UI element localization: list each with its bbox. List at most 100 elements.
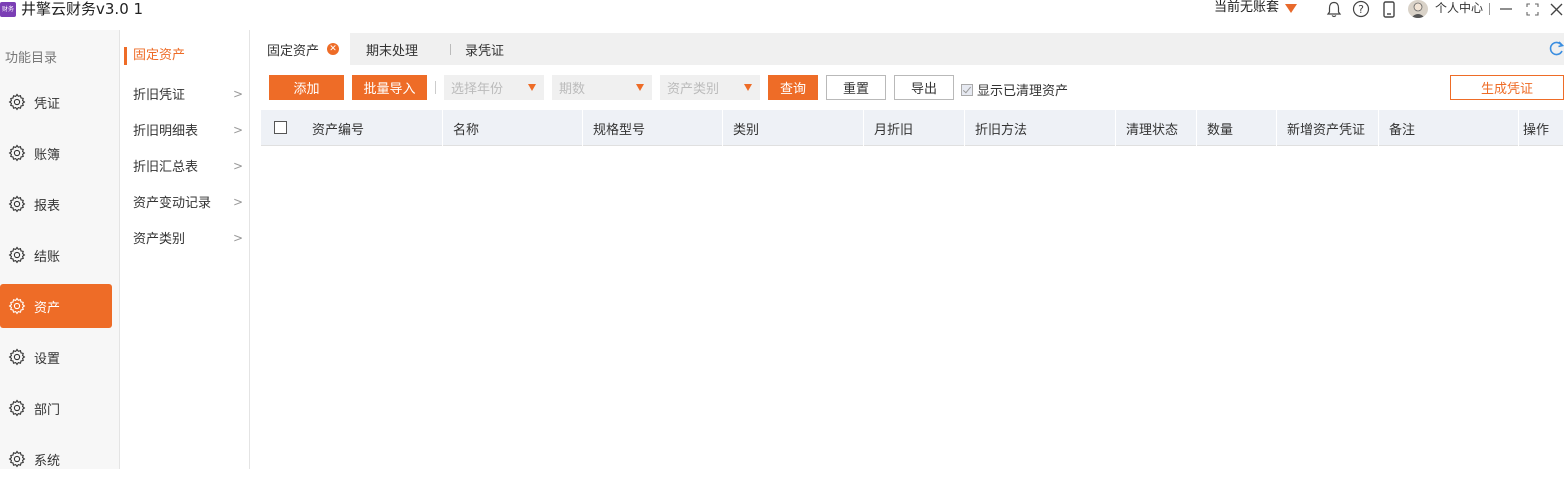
svg-text:?: ? [1358, 3, 1364, 16]
year-select[interactable]: 选择年份 [444, 75, 544, 100]
select-all-checkbox[interactable] [274, 121, 287, 134]
chevron-down-icon [1285, 3, 1298, 13]
account-selector[interactable]: 当前无账套 [1214, 0, 1298, 16]
column-header[interactable]: 类别 [723, 110, 864, 146]
sidebar-item-label: 设置 [34, 351, 61, 367]
column-header[interactable]: 折旧方法 [965, 110, 1116, 146]
year-select-placeholder: 选择年份 [451, 82, 504, 97]
user-center-link[interactable]: 个人中心 [1435, 0, 1483, 16]
titlebar-divider [1489, 3, 1490, 15]
submenu-item-label: 折旧汇总表 [133, 160, 199, 175]
submenu-item-asset-change-log[interactable]: 资产变动记录 > [133, 192, 243, 212]
maximize-icon[interactable] [1524, 0, 1540, 18]
category-select-placeholder: 资产类别 [667, 82, 720, 97]
tab-enter-voucher[interactable]: 录凭证 [465, 33, 504, 65]
avatar[interactable] [1408, 0, 1428, 18]
tab-period-end[interactable]: 期末处理 [366, 33, 418, 65]
column-header[interactable]: 数量 [1197, 110, 1277, 146]
column-header[interactable]: 操作 [1519, 110, 1564, 146]
column-header[interactable]: 新增资产凭证 [1277, 110, 1379, 146]
tab-label: 录凭证 [465, 43, 505, 59]
generate-voucher-button[interactable]: 生成凭证 [1450, 75, 1564, 100]
sidebar-item-label: 凭证 [34, 96, 61, 112]
refresh-icon[interactable] [1549, 40, 1564, 61]
minimize-icon[interactable] [1498, 0, 1514, 18]
submenu-item-label: 资产类别 [133, 232, 186, 247]
sidebar-item-label: 账簿 [34, 147, 61, 163]
tab-bar: 固定资产 ✕ 期末处理 录凭证 [251, 33, 1564, 65]
close-tab-icon[interactable]: ✕ [327, 43, 340, 55]
sidebar-item-closing[interactable]: 结账 [0, 233, 112, 277]
asset-submenu: 固定资产 折旧凭证 > 折旧明细表 > 折旧汇总表 > 资产变动记录 > 资产类… [120, 30, 250, 469]
sidebar-item-label: 部门 [34, 402, 61, 418]
sidebar-item-reports[interactable]: 报表 [0, 182, 112, 226]
sidebar-item-label: 资产 [34, 300, 61, 316]
gear-icon [8, 450, 26, 468]
chevron-right-icon: > [232, 158, 243, 173]
submenu-item-depreciation-voucher[interactable]: 折旧凭证 > [133, 84, 243, 104]
gear-icon [8, 246, 26, 264]
function-sidebar: 功能目录 凭证 账簿 报表 结账 资产 设置 部门 系统 [0, 30, 120, 469]
submenu-item-label: 资产变动记录 [133, 196, 212, 211]
sidebar-item-ledger[interactable]: 账簿 [0, 131, 112, 175]
chevron-right-icon: > [232, 86, 243, 101]
period-select-placeholder: 期数 [559, 82, 586, 97]
toolbar-divider [435, 81, 436, 94]
category-select[interactable]: 资产类别 [660, 75, 760, 100]
column-header[interactable]: 规格型号 [583, 110, 723, 146]
app-title: 井擎云财务v3.0 1 [21, 0, 144, 18]
gear-icon [8, 297, 26, 315]
sidebar-item-label: 报表 [34, 198, 61, 214]
export-button[interactable]: 导出 [894, 75, 954, 100]
submenu-item-asset-category[interactable]: 资产类别 > [133, 228, 243, 248]
close-icon[interactable] [1548, 0, 1564, 18]
sidebar-header: 功能目录 [5, 51, 58, 66]
title-bar: 财务 井擎云财务v3.0 1 当前无账套 ? 个人中心 [0, 0, 1564, 22]
bell-icon[interactable] [1325, 0, 1343, 18]
show-cleared-assets-toggle[interactable]: 显示已清理资产 [961, 80, 1068, 99]
sidebar-item-settings[interactable]: 设置 [0, 335, 112, 379]
sidebar-item-departments[interactable]: 部门 [0, 386, 112, 430]
column-header[interactable]: 月折旧 [864, 110, 965, 146]
show-cleared-checkbox[interactable] [961, 83, 973, 96]
phone-icon[interactable] [1381, 0, 1397, 18]
chevron-right-icon: > [232, 122, 243, 137]
gear-icon [8, 348, 26, 366]
column-header[interactable]: 资产编号 [302, 110, 443, 146]
reset-button[interactable]: 重置 [826, 75, 886, 100]
account-label: 当前无账套 [1214, 0, 1280, 15]
sidebar-item-label: 结账 [34, 249, 61, 265]
gear-icon [8, 195, 26, 213]
add-button[interactable]: 添加 [269, 75, 344, 100]
column-header[interactable]: 备注 [1379, 110, 1519, 146]
column-header[interactable]: 名称 [443, 110, 583, 146]
gear-icon [8, 144, 26, 162]
submenu-item-label: 折旧明细表 [133, 124, 199, 139]
submenu-item-depreciation-summary[interactable]: 折旧汇总表 > [133, 156, 243, 176]
chevron-down-icon [744, 84, 752, 91]
submenu-item-depreciation-detail[interactable]: 折旧明细表 > [133, 120, 243, 140]
tab-label: 期末处理 [366, 43, 419, 59]
sidebar-item-assets[interactable]: 资产 [0, 284, 112, 328]
submenu-item-label: 折旧凭证 [133, 88, 186, 103]
submenu-title[interactable]: 固定资产 [124, 47, 185, 65]
tab-divider [450, 44, 451, 55]
sidebar-item-label: 系统 [34, 453, 61, 469]
gear-icon [8, 93, 26, 111]
gear-icon [8, 399, 26, 417]
chevron-down-icon [528, 84, 536, 91]
chevron-right-icon: > [232, 230, 243, 245]
column-header[interactable]: 清理状态 [1116, 110, 1197, 146]
period-select[interactable]: 期数 [552, 75, 652, 100]
query-button[interactable]: 查询 [768, 75, 818, 100]
tab-label: 固定资产 [267, 43, 320, 59]
help-icon[interactable]: ? [1351, 0, 1371, 18]
app-logo: 财务 [0, 2, 16, 17]
sidebar-item-system[interactable]: 系统 [0, 437, 112, 481]
chevron-down-icon [636, 84, 644, 91]
asset-table-header: 资产编号 名称 规格型号 类别 月折旧 折旧方法 清理状态 数量 新增资产凭证 … [261, 110, 1564, 146]
tab-fixed-assets[interactable]: 固定资产 ✕ [251, 33, 350, 65]
batch-import-button[interactable]: 批量导入 [352, 75, 427, 100]
chevron-right-icon: > [232, 194, 243, 209]
sidebar-item-voucher[interactable]: 凭证 [0, 80, 112, 124]
